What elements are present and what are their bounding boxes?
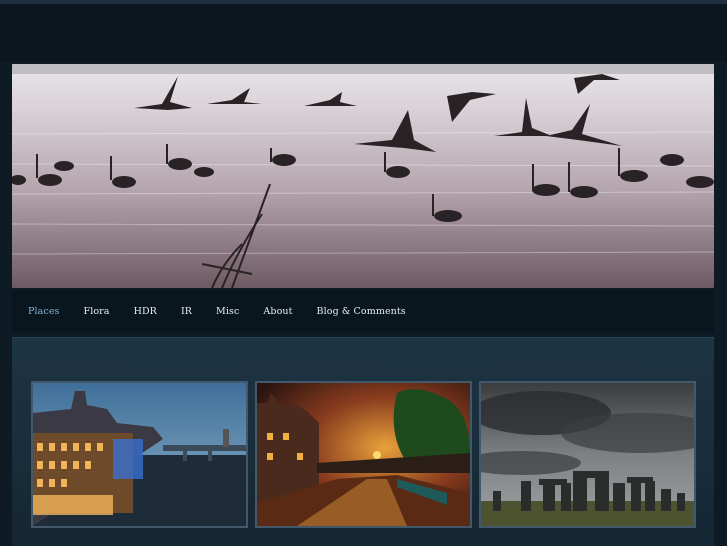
nav-item-misc[interactable]: Misc (216, 306, 239, 317)
nav-item-ir[interactable]: IR (181, 306, 192, 317)
gallery-panel (12, 337, 714, 546)
gallery-thumbnail-stone-circle[interactable] (479, 381, 696, 528)
nav-item-blog-comments[interactable]: Blog & Comments (317, 306, 406, 317)
gallery-thumbnail-canal[interactable] (255, 381, 472, 528)
nav-item-flora[interactable]: Flora (84, 306, 110, 317)
header-banner-image (12, 64, 714, 288)
header-band (0, 4, 727, 62)
gallery-thumbnail-city[interactable] (31, 381, 248, 528)
nav-item-hdr[interactable]: HDR (134, 306, 157, 317)
nav-item-about[interactable]: About (263, 306, 292, 317)
main-navigation: Places Flora HDR IR Misc About Blog & Co… (12, 290, 714, 332)
nav-item-places[interactable]: Places (28, 306, 60, 317)
